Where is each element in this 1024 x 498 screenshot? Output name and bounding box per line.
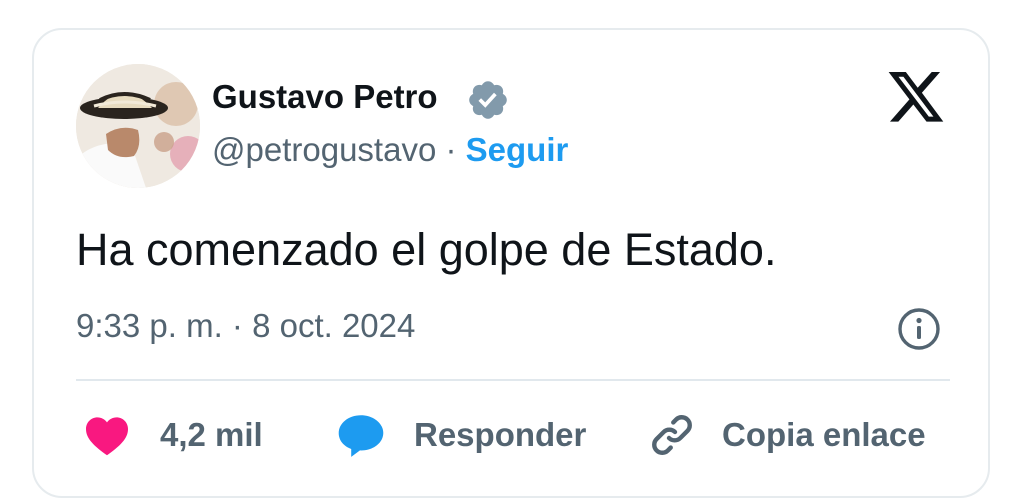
tweet-text: Ha comenzado el golpe de Estado. <box>76 224 777 275</box>
reply-button[interactable]: Responder <box>336 410 586 460</box>
tweet-timestamp[interactable]: 9:33 p. m. · 8 oct. 2024 <box>76 306 415 346</box>
author-handle[interactable]: @petrogustavo <box>212 131 436 168</box>
divider <box>76 379 950 381</box>
copy-link-label: Copia enlace <box>722 416 926 453</box>
x-logo-icon[interactable] <box>888 72 946 124</box>
info-icon[interactable] <box>896 306 942 352</box>
handle-separator: · <box>445 131 457 168</box>
avatar-image <box>76 64 200 188</box>
heart-icon <box>86 417 128 456</box>
link-icon <box>652 415 692 455</box>
author-name[interactable]: Gustavo Petro <box>212 78 438 116</box>
follow-button[interactable]: Seguir <box>466 131 569 168</box>
reply-bubble-icon <box>338 415 384 457</box>
author-handle-row: @petrogustavo · Seguir <box>212 130 568 170</box>
author-avatar[interactable] <box>76 64 200 188</box>
reply-label: Responder <box>414 416 587 453</box>
verified-badge-icon <box>469 81 507 119</box>
like-button[interactable]: 4,2 mil <box>84 410 263 460</box>
copy-link-button[interactable]: Copia enlace <box>648 410 926 460</box>
like-count: 4,2 mil <box>160 416 263 453</box>
